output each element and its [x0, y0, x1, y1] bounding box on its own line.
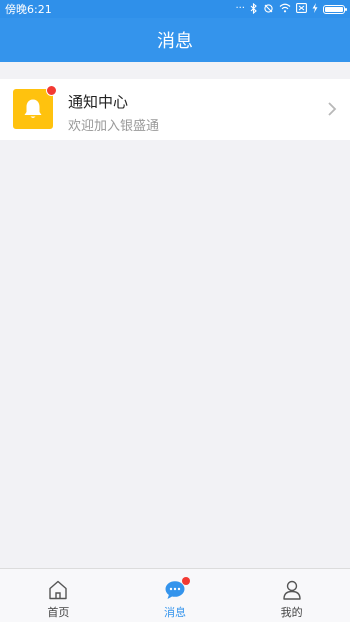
chevron-right-icon [328, 102, 337, 116]
item-subtitle: 欢迎加入银盛通 [68, 119, 160, 134]
tab-badge [182, 577, 190, 585]
page-title: 消息 [157, 31, 193, 52]
bluetooth-icon [250, 2, 258, 16]
wifi-icon [279, 3, 291, 15]
tab-label: 消息 [164, 606, 186, 619]
header-bar: 消息 [0, 18, 350, 62]
sim-icon [296, 3, 307, 15]
tab-profile[interactable]: 我的 [233, 569, 350, 622]
tab-home[interactable]: 首页 [0, 569, 117, 622]
tab-messages[interactable]: 消息 [117, 569, 234, 622]
bell-icon [24, 99, 42, 118]
status-icons: ··· [235, 2, 347, 16]
bottom-tab-bar: 首页 消息 我的 [0, 568, 350, 622]
tab-label: 首页 [47, 606, 70, 619]
unread-badge [46, 85, 57, 96]
status-bar: 傍晚6:21 ··· [0, 0, 350, 18]
charging-icon [312, 3, 318, 15]
battery-level [325, 6, 343, 12]
list-item-notification-center[interactable]: 通知中心 欢迎加入银盛通 [0, 79, 350, 140]
tab-label: 我的 [280, 606, 303, 619]
item-title: 通知中心 [68, 93, 129, 111]
message-list: 通知中心 欢迎加入银盛通 [0, 79, 350, 140]
dots-icon: ··· [235, 3, 245, 14]
battery-icon [323, 4, 347, 14]
rotate-icon [263, 3, 274, 16]
home-icon [49, 580, 68, 600]
user-icon [282, 580, 301, 600]
status-time: 傍晚6:21 [5, 3, 52, 16]
chat-icon-wrap [164, 577, 190, 601]
notification-avatar [13, 85, 57, 129]
